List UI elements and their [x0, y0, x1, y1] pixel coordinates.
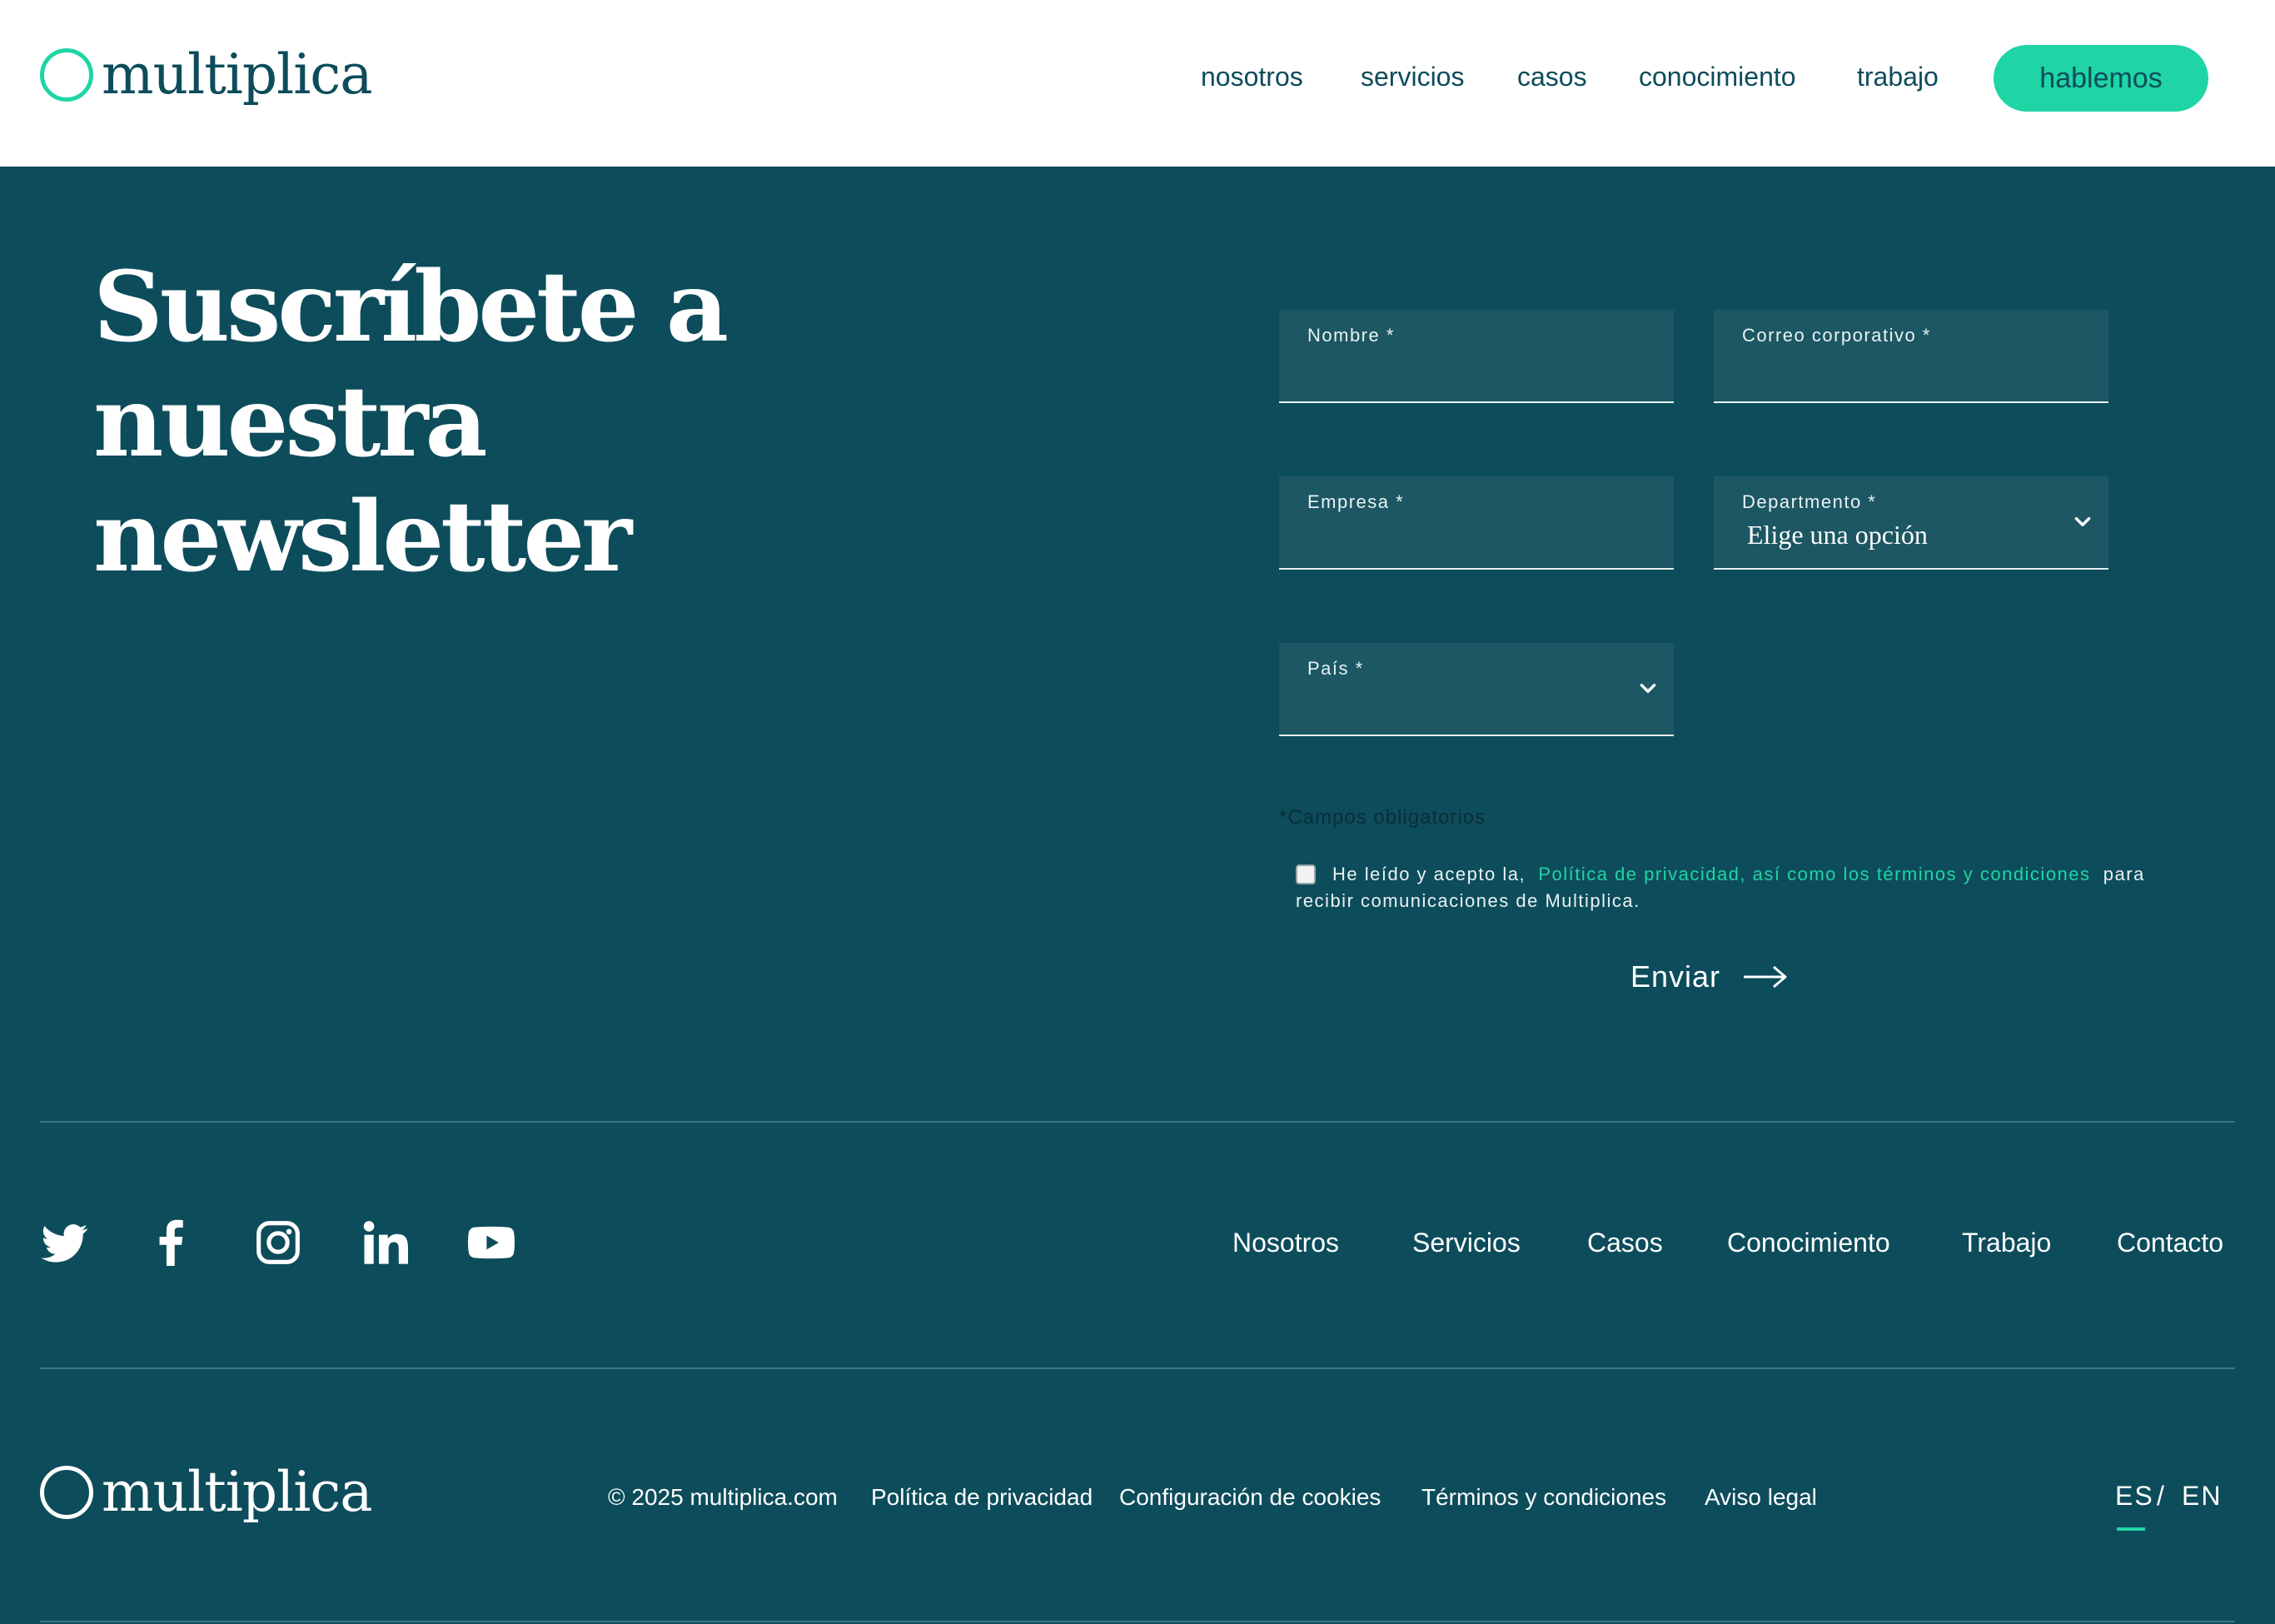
footer-divider-bottom	[40, 1367, 2235, 1369]
chevron-down-icon	[1640, 683, 1656, 693]
footer-divider-top	[40, 1121, 2235, 1123]
youtube-icon[interactable]	[468, 1219, 515, 1266]
footer-link-casos[interactable]: Casos	[1587, 1228, 1663, 1258]
consent-prefix: He leído y acepto la,	[1332, 864, 1526, 884]
footer-link-servicios[interactable]: Servicios	[1412, 1228, 1521, 1258]
instagram-icon[interactable]	[255, 1219, 301, 1266]
newsletter-title: Suscríbete a nuestra newsletter	[93, 250, 1009, 595]
submit-button[interactable]: Enviar	[1630, 959, 1789, 994]
hablemos-button[interactable]: hablemos	[1994, 45, 2208, 112]
arrow-right-icon	[1744, 965, 1787, 989]
department-select[interactable]: Departmento * Elige una opción	[1714, 476, 2108, 570]
consent-text: He leído y acepto la, Política de privac…	[1296, 861, 2153, 914]
logo-circle-icon	[40, 1466, 93, 1519]
company-field[interactable]: Empresa *	[1279, 476, 1674, 570]
nav-item-trabajo[interactable]: trabajo	[1857, 62, 1939, 92]
department-select-value: Elige una opción	[1747, 520, 1928, 550]
legal-notice-link[interactable]: Aviso legal	[1705, 1484, 1817, 1511]
country-select-label: País *	[1307, 658, 1364, 679]
footer-link-contacto[interactable]: Contacto	[2117, 1228, 2223, 1258]
privacy-policy-link[interactable]: Política de privacidad	[871, 1484, 1093, 1511]
footer-link-conocimiento[interactable]: Conocimiento	[1727, 1228, 1890, 1258]
footer-logo-wordmark: multiplica	[102, 1460, 373, 1524]
department-select-label: Departmento *	[1742, 491, 1877, 512]
terms-conditions-link[interactable]: Términos y condiciones	[1421, 1484, 1666, 1511]
submit-label: Enviar	[1630, 959, 1721, 994]
chevron-down-icon	[2074, 516, 2091, 526]
language-es[interactable]: ES	[2115, 1481, 2154, 1512]
twitter-icon[interactable]	[42, 1219, 88, 1266]
linkedin-icon[interactable]	[361, 1219, 408, 1266]
facebook-icon[interactable]	[148, 1219, 195, 1266]
language-en[interactable]: EN	[2182, 1481, 2222, 1512]
privacy-terms-link[interactable]: Política de privacidad, así como los tér…	[1538, 864, 2090, 884]
footer-link-trabajo[interactable]: Trabajo	[1962, 1228, 2051, 1258]
name-field[interactable]: Nombre *	[1279, 310, 1674, 403]
country-select[interactable]: País *	[1279, 643, 1674, 736]
nav-item-conocimiento[interactable]: conocimiento	[1639, 62, 1796, 92]
logo-circle-icon	[40, 48, 93, 102]
copyright-text: © 2025 multiplica.com	[608, 1484, 838, 1510]
company-field-label: Empresa *	[1307, 491, 1405, 512]
footer-link-nosotros[interactable]: Nosotros	[1232, 1228, 1339, 1258]
header-logo[interactable]: multiplica	[40, 42, 373, 107]
site-header: multiplica nosotros servicios casos cono…	[0, 0, 2275, 167]
email-field[interactable]: Correo corporativo *	[1714, 310, 2108, 403]
logo-wordmark: multiplica	[102, 42, 373, 107]
page-bottom-divider	[40, 1621, 2235, 1622]
active-language-indicator	[2117, 1527, 2145, 1531]
newsletter-title-line1: Suscríbete a	[93, 251, 729, 364]
nav-item-casos[interactable]: casos	[1517, 62, 1587, 92]
name-field-label: Nombre *	[1307, 325, 1395, 346]
newsletter-title-line2: nuestra newsletter	[93, 366, 632, 594]
required-fields-note: *Campos obligatorios	[1279, 806, 1486, 829]
footer-logo[interactable]: multiplica	[40, 1460, 373, 1524]
nav-item-servicios[interactable]: servicios	[1361, 62, 1464, 92]
cookie-settings-link[interactable]: Configuración de cookies	[1119, 1484, 1381, 1511]
email-field-label: Correo corporativo *	[1742, 325, 1931, 346]
nav-item-nosotros[interactable]: nosotros	[1201, 62, 1303, 92]
language-separator: /	[2157, 1481, 2164, 1511]
